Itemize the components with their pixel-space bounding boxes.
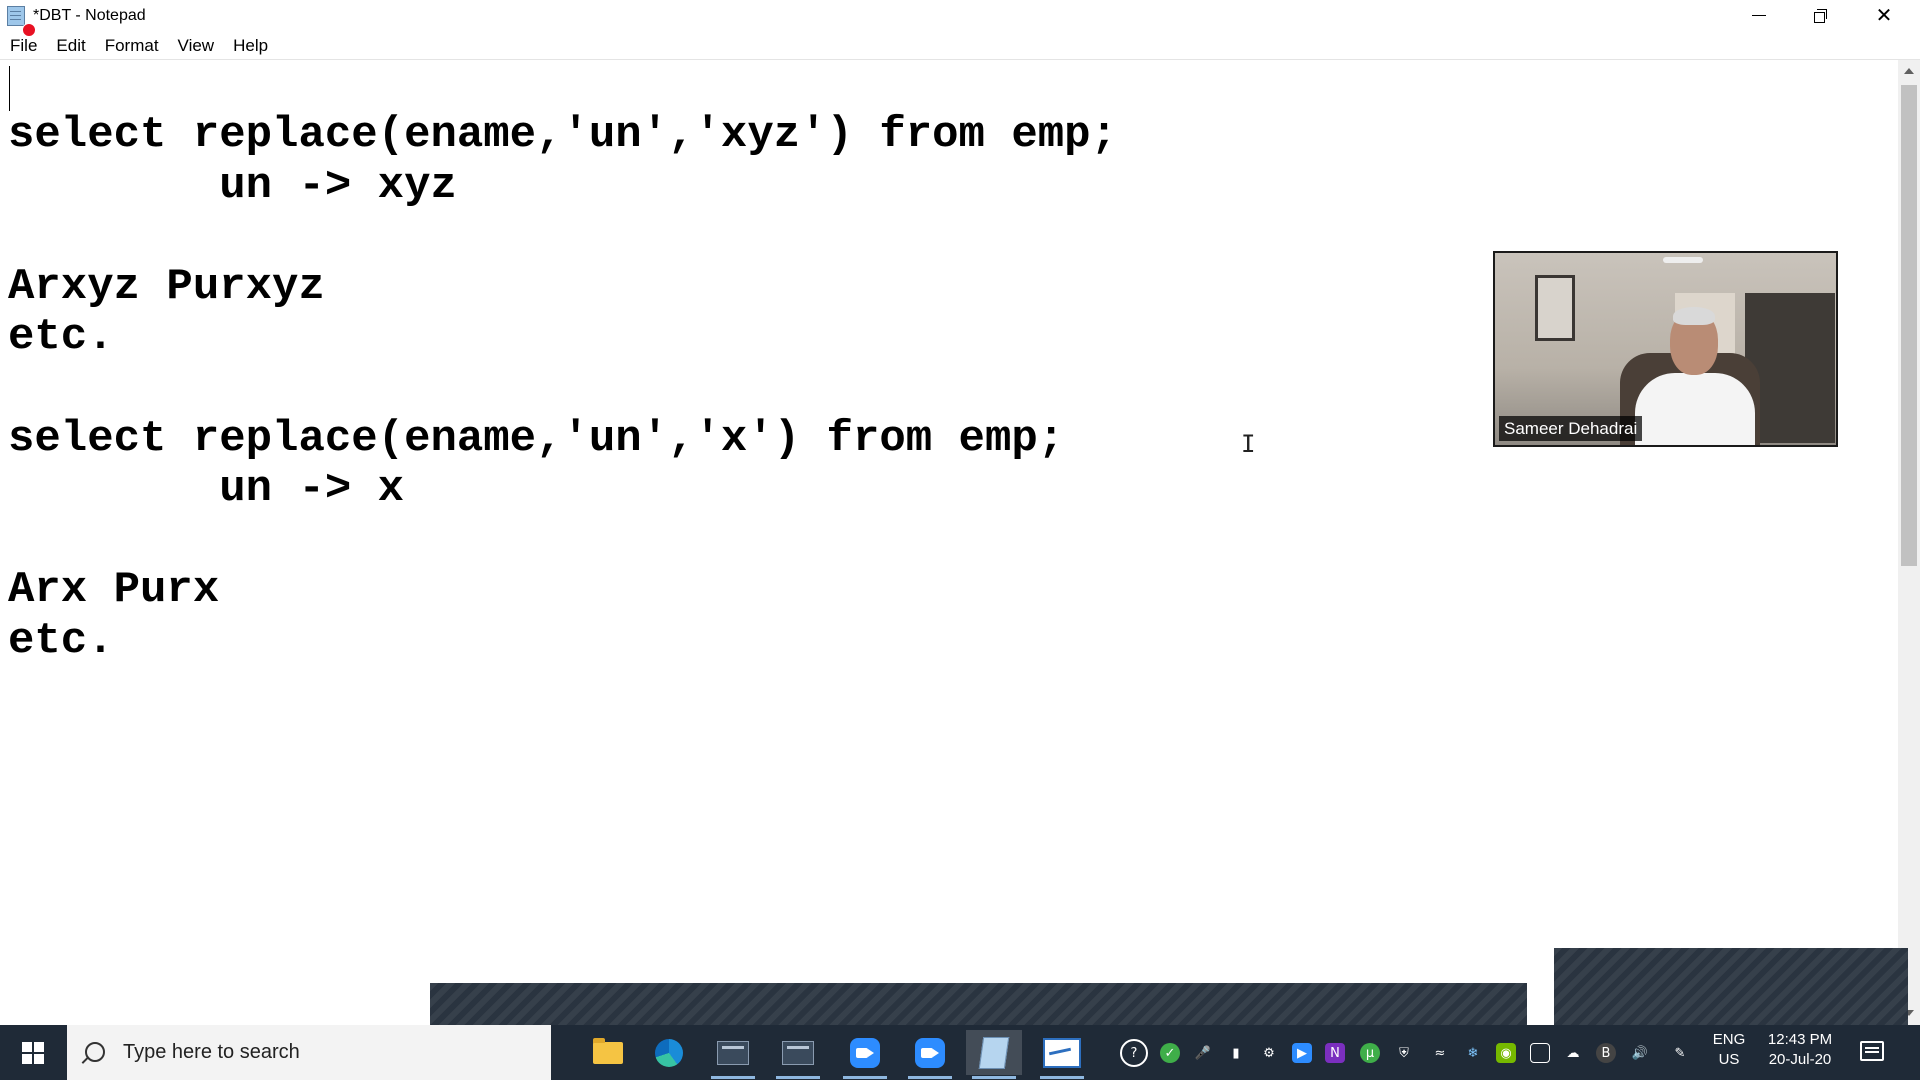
editor-line: Arx Purx [8, 565, 220, 616]
zoom-icon [850, 1037, 880, 1068]
clock-date: 20-Jul-20 [1768, 1051, 1832, 1068]
notification-center-icon[interactable] [1860, 1041, 1884, 1061]
search-placeholder: Type here to search [123, 1041, 300, 1063]
wifi-icon[interactable]: ≈ [1430, 1043, 1450, 1063]
minimize-button[interactable] [1728, 0, 1790, 31]
scrollbar-thumb[interactable] [1901, 85, 1917, 566]
volume-icon[interactable]: 🔊 [1630, 1043, 1650, 1063]
editor-line: un -> x [8, 464, 405, 515]
participant-name: Sameer Dehadrai [1499, 416, 1643, 441]
pen-icon[interactable]: ✎ [1670, 1043, 1690, 1063]
wall-frame [1535, 275, 1575, 341]
editor-line: etc. [8, 312, 114, 363]
file-explorer-icon [593, 1037, 623, 1064]
obscured-region [1554, 948, 1908, 1025]
taskbar-whiteboard[interactable] [1034, 1030, 1090, 1079]
search-box[interactable]: Type here to search [67, 1025, 551, 1080]
video-tile[interactable]: Sameer Dehadrai [1493, 251, 1838, 447]
clock-time: 12:43 PM [1767, 1031, 1833, 1048]
editor-content[interactable]: select replace(ename,'un','xyz') from em… [8, 110, 1117, 667]
menu-bar: File Edit Format View Help [0, 33, 1920, 59]
obscured-region [430, 983, 1527, 1025]
taskbar: Type here to search ? ✓ 🎤 ▮ ⚙ ▶ N μ ⛨ ≈ … [0, 1025, 1920, 1080]
search-icon [85, 1042, 105, 1062]
notepad-icon[interactable] [6, 5, 36, 37]
onenote-icon[interactable]: N [1325, 1043, 1345, 1063]
bitdefender-icon[interactable]: B [1596, 1043, 1616, 1063]
ceiling-fan [1663, 257, 1703, 263]
taskbar-edge[interactable] [641, 1030, 697, 1075]
title-bar: *DBT - Notepad ✕ [0, 0, 1920, 37]
help-icon[interactable]: ? [1120, 1039, 1148, 1067]
text-editor[interactable]: select replace(ename,'un','xyz') from em… [0, 60, 1898, 1025]
menu-help[interactable]: Help [224, 36, 277, 56]
menu-file[interactable]: File [1, 36, 46, 56]
language-indicator[interactable]: ENG US [1711, 1030, 1747, 1070]
close-icon: ✕ [1875, 5, 1893, 27]
editor-line: select replace(ename,'un','xyz') from em… [8, 110, 1117, 160]
editor-line: select replace(ename,'un','x') from emp; [8, 413, 1065, 464]
menu-format[interactable]: Format [96, 36, 168, 56]
battery-icon[interactable]: ▮ [1226, 1043, 1246, 1063]
sql-console-icon [717, 1040, 749, 1065]
scroll-up-icon[interactable] [1904, 68, 1914, 74]
sql-console-icon [782, 1040, 814, 1065]
vertical-scrollbar[interactable] [1898, 60, 1920, 1025]
tablet-icon[interactable] [1530, 1043, 1550, 1063]
taskbar-file-explorer[interactable] [580, 1030, 636, 1075]
notepad-icon [978, 1036, 1010, 1069]
window-title: *DBT - Notepad [33, 7, 146, 24]
utorrent-icon[interactable]: μ [1360, 1043, 1380, 1063]
participant-body [1635, 373, 1755, 445]
edge-icon [655, 1038, 683, 1067]
onedrive-icon[interactable]: ☁ [1563, 1043, 1583, 1063]
steam-icon[interactable]: ⚙ [1259, 1043, 1279, 1063]
taskbar-sql-console[interactable] [770, 1030, 826, 1079]
ibeam-cursor-icon: I [1241, 430, 1256, 458]
zoom-icon [915, 1037, 945, 1068]
microphone-icon[interactable]: 🎤 [1193, 1043, 1213, 1063]
shield-icon[interactable]: ⛨ [1394, 1043, 1414, 1063]
whiteboard-icon [1043, 1037, 1081, 1068]
menu-edit[interactable]: Edit [47, 36, 94, 56]
keyboard-region: US [1718, 1051, 1740, 1068]
clock[interactable]: 12:43 PM 20-Jul-20 [1760, 1030, 1840, 1070]
editor-line: etc. [8, 615, 114, 666]
taskbar-zoom[interactable] [902, 1030, 958, 1079]
restore-icon [1814, 8, 1828, 23]
taskbar-sql-console[interactable] [705, 1030, 761, 1079]
minimize-icon [1752, 14, 1766, 17]
windows-icon [22, 1041, 44, 1064]
zoom-tray-icon[interactable]: ▶ [1292, 1043, 1312, 1063]
editor-line: un -> xyz [8, 160, 457, 211]
close-button[interactable]: ✕ [1853, 0, 1915, 31]
language-code: ENG [1712, 1031, 1746, 1048]
security-check-icon[interactable]: ✓ [1160, 1043, 1180, 1063]
menu-view[interactable]: View [169, 36, 224, 56]
taskbar-notepad[interactable] [966, 1030, 1022, 1079]
text-caret [9, 66, 10, 111]
start-button[interactable] [0, 1025, 66, 1080]
participant-hair [1673, 307, 1715, 325]
taskbar-zoom[interactable] [837, 1030, 893, 1079]
snowflake-icon[interactable]: ❄ [1463, 1043, 1483, 1063]
nvidia-icon[interactable]: ◉ [1496, 1043, 1516, 1063]
editor-line: Arxyz Purxyz [8, 261, 325, 312]
restore-button[interactable] [1790, 0, 1852, 31]
